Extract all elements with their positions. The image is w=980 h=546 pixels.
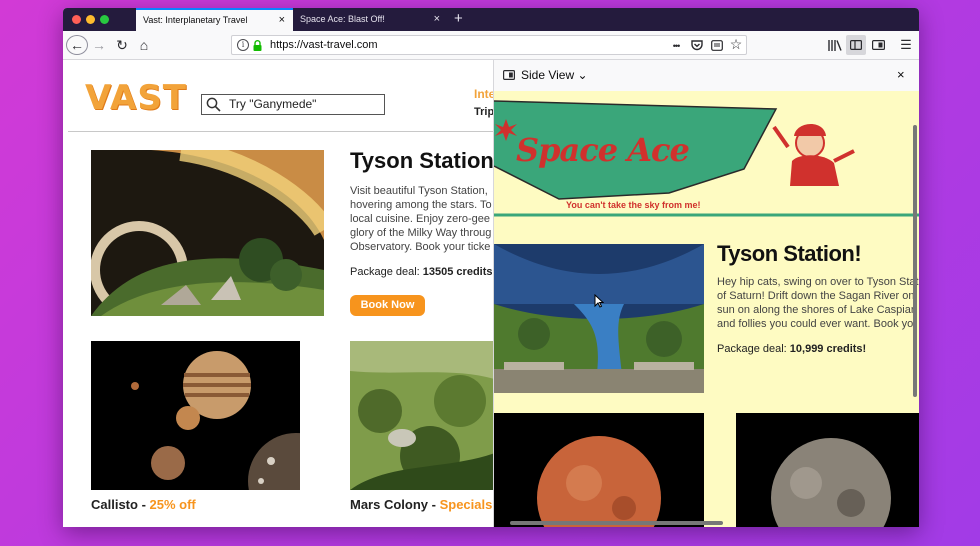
card-name: Mars Colony bbox=[350, 497, 429, 512]
reader-view-icon[interactable] bbox=[711, 40, 723, 51]
vertical-scrollbar[interactable] bbox=[913, 125, 917, 397]
space-habitat-illustration bbox=[91, 150, 324, 316]
nav-link-interplanetary[interactable]: Inte bbox=[474, 87, 493, 101]
feature-title: Tyson Station bbox=[350, 148, 493, 173]
description-line: glory of the Milky Way throug bbox=[350, 227, 492, 239]
description-line: Observatory. Book your ticke bbox=[350, 241, 491, 253]
package-label: Package deal: bbox=[717, 343, 790, 355]
package-deal: Package deal: 13505 credits bbox=[350, 266, 493, 278]
tab-vast[interactable]: Vast: Interplanetary Travel × bbox=[136, 8, 293, 31]
vast-logo[interactable]: VAST bbox=[85, 78, 187, 118]
library-icon[interactable] bbox=[828, 40, 842, 51]
ganymede-image[interactable] bbox=[736, 413, 919, 527]
side-package-deal: Package deal: 10,999 credits! bbox=[717, 343, 866, 355]
feature-description: Visit beautiful Tyson Station, hovering … bbox=[350, 184, 493, 254]
nav-link-trips[interactable]: Trip bbox=[474, 106, 493, 118]
home-icon: ⌂ bbox=[139, 37, 149, 53]
search-input[interactable]: Try "Ganymede" bbox=[201, 94, 385, 115]
description-line: Hey hip cats, swing on over to Tyson Sta… bbox=[717, 276, 919, 288]
back-arrow-icon: ← bbox=[70, 37, 84, 53]
minimize-window-button[interactable] bbox=[86, 15, 95, 24]
zoom-window-button[interactable] bbox=[100, 15, 109, 24]
mars-colony-illustration bbox=[350, 341, 493, 490]
chevron-down-icon: ⌄ bbox=[577, 68, 588, 82]
bookmark-star-icon[interactable]: ☆ bbox=[728, 34, 744, 54]
description-line: of Saturn! Drift down the Sagan River on bbox=[717, 290, 915, 302]
card-name: Callisto bbox=[91, 497, 138, 512]
description-line: sun on along the shores of Lake Caspian bbox=[717, 304, 917, 316]
tyson-station-interior-image[interactable] bbox=[494, 244, 704, 393]
mars-colony-image[interactable] bbox=[350, 341, 493, 490]
habitat-interior-illustration bbox=[494, 244, 704, 393]
space-ace-page: Space Ace You can't take the sky from me… bbox=[494, 91, 919, 527]
tab-space-ace[interactable]: Space Ace: Blast Off! × bbox=[293, 8, 448, 31]
callisto-caption[interactable]: Callisto - 25% off bbox=[91, 497, 196, 512]
sidebar-icon bbox=[850, 40, 862, 50]
horizontal-scrollbar[interactable] bbox=[510, 521, 723, 525]
reload-icon: ↻ bbox=[116, 37, 128, 53]
tyson-station-image[interactable] bbox=[91, 150, 324, 316]
package-value: 10,999 credits! bbox=[789, 343, 867, 355]
lock-icon bbox=[253, 40, 262, 51]
card-separator: - bbox=[137, 497, 150, 512]
space-ace-logo-text[interactable]: Space Ace bbox=[516, 131, 690, 169]
page-actions-icon[interactable]: ••• bbox=[668, 36, 684, 56]
card-tag: Specials bbox=[439, 497, 493, 512]
close-tab-icon[interactable]: × bbox=[434, 8, 440, 31]
package-label: Package deal: bbox=[350, 266, 423, 278]
card-tag: 25% off bbox=[149, 497, 196, 512]
card-separator: - bbox=[428, 497, 440, 512]
side-view-dropdown[interactable]: Side View ⌄ bbox=[521, 60, 588, 90]
description-line: local cuisine. Enjoy zero-gee bbox=[350, 213, 491, 225]
side-view-icon bbox=[503, 70, 515, 80]
search-placeholder: Try "Ganymede" bbox=[229, 97, 317, 111]
ganymede-moon-illustration bbox=[736, 413, 919, 527]
jupiter-moons-illustration bbox=[91, 341, 300, 490]
info-icon[interactable]: i bbox=[237, 39, 249, 51]
close-side-view-button[interactable]: × bbox=[897, 60, 905, 90]
mouse-cursor-icon bbox=[594, 294, 604, 308]
tab-title: Vast: Interplanetary Travel bbox=[143, 15, 248, 25]
callisto-image[interactable] bbox=[91, 341, 300, 490]
mars-colony-caption[interactable]: Mars Colony - Specials bbox=[350, 497, 492, 512]
nav-toolbar: ← → ↻ ⌂ i https://vast-travel.com ••• ☆ … bbox=[63, 31, 919, 60]
url-text: https://vast-travel.com bbox=[270, 39, 378, 51]
side-feature-title: Tyson Station! bbox=[717, 241, 862, 266]
back-button[interactable]: ← bbox=[66, 35, 88, 55]
hamburger-menu-icon[interactable]: ☰ bbox=[899, 35, 913, 55]
tab-title: Space Ace: Blast Off! bbox=[300, 14, 385, 24]
package-value: 13505 credits bbox=[422, 266, 493, 278]
sidebar-toggle-button[interactable] bbox=[846, 35, 866, 55]
close-tab-icon[interactable]: × bbox=[279, 10, 285, 30]
vast-page: VAST Try "Ganymede" Inte Trip Tyson Stat… bbox=[63, 60, 493, 527]
space-ace-tagline: You can't take the sky from me! bbox=[566, 200, 701, 210]
side-view-title: Side View bbox=[521, 68, 575, 82]
mars-image[interactable] bbox=[494, 413, 704, 527]
side-view-panel: Side View ⌄ × Space Ace You can't take t… bbox=[493, 60, 919, 527]
tab-strip: Vast: Interplanetary Travel × Space Ace:… bbox=[63, 8, 919, 31]
url-bar[interactable]: i https://vast-travel.com ••• ☆ bbox=[231, 35, 747, 55]
side-view-icon[interactable] bbox=[872, 40, 885, 50]
close-window-button[interactable] bbox=[72, 15, 81, 24]
book-now-button[interactable]: Book Now bbox=[350, 295, 425, 316]
description-line: and follies you could ever want. Book yo bbox=[717, 318, 914, 330]
forward-arrow-icon: → bbox=[92, 37, 106, 53]
forward-button[interactable]: → bbox=[90, 35, 108, 55]
header-divider bbox=[68, 131, 493, 132]
new-tab-button[interactable]: + bbox=[454, 8, 463, 30]
pocket-icon[interactable] bbox=[691, 40, 703, 51]
description-line: hovering among the stars. To bbox=[350, 199, 492, 211]
side-view-header: Side View ⌄ × bbox=[494, 60, 919, 91]
home-button[interactable]: ⌂ bbox=[135, 35, 153, 55]
mars-planet-illustration bbox=[494, 413, 704, 527]
side-feature-description: Hey hip cats, swing on over to Tyson Sta… bbox=[717, 275, 919, 331]
browser-window: Vast: Interplanetary Travel × Space Ace:… bbox=[63, 8, 919, 527]
search-icon bbox=[206, 97, 221, 112]
description-line: Visit beautiful Tyson Station, bbox=[350, 185, 488, 197]
reload-button[interactable]: ↻ bbox=[113, 35, 131, 55]
